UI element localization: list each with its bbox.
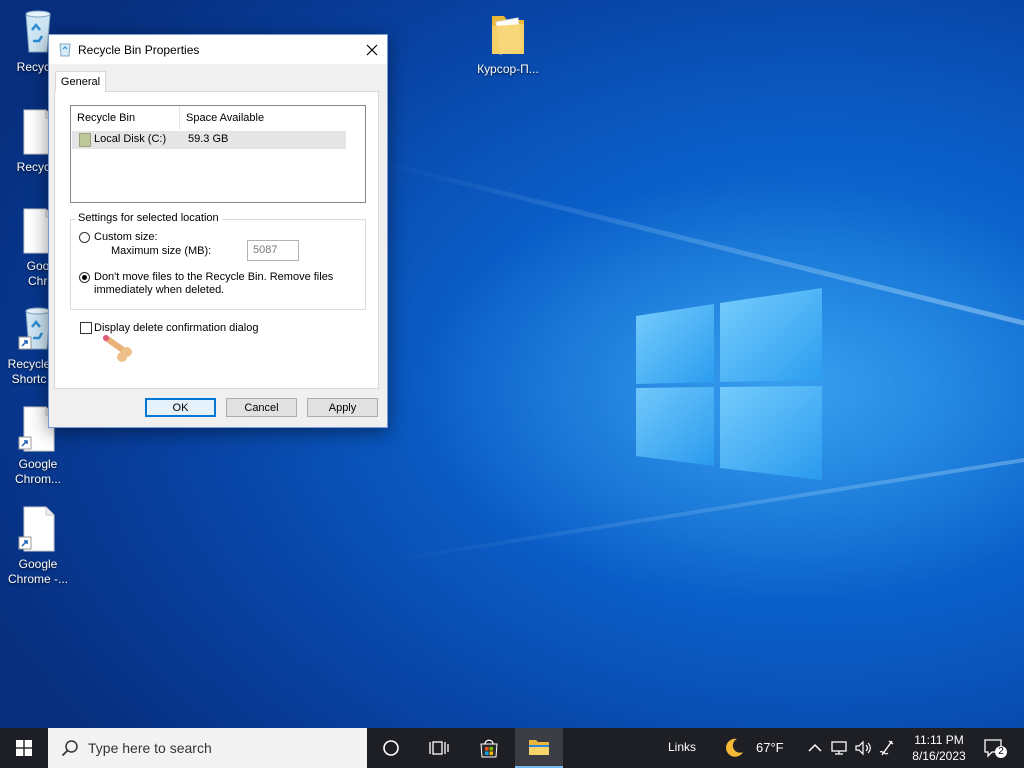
file-shortcut-icon: [18, 505, 58, 553]
microsoft-store-button[interactable]: [465, 728, 513, 768]
clock-date: 8/16/2023: [912, 749, 966, 763]
windows-start-icon: [16, 740, 32, 756]
cancel-button[interactable]: Cancel: [226, 398, 297, 417]
settings-groupbox: Settings for selected location Custom si…: [70, 212, 366, 310]
space-cell: 59.3 GB: [188, 133, 229, 145]
cortana-button[interactable]: [367, 728, 415, 768]
custom-cursor-icon: [103, 335, 132, 362]
pen-ink-icon[interactable]: [877, 738, 897, 758]
start-button[interactable]: [0, 728, 48, 768]
custom-size-radio[interactable]: [79, 232, 90, 243]
settings-legend: Settings for selected location: [75, 212, 222, 224]
clock-time: 11:11 PM: [914, 733, 964, 747]
dialog-titlebar[interactable]: Recycle Bin Properties: [49, 35, 387, 64]
chevron-up-icon[interactable]: [805, 738, 825, 758]
custom-size-label[interactable]: Custom size:: [94, 231, 158, 244]
drive-icon: [79, 133, 91, 147]
list-header: Recycle Bin Location Space Available: [71, 106, 365, 148]
notification-count-badge: 2: [998, 746, 1004, 757]
task-view-button[interactable]: [415, 728, 463, 768]
recycle-bin-location-list[interactable]: Recycle Bin Location Space Available Loc…: [70, 105, 366, 203]
recycle-bin-icon: [59, 43, 71, 57]
dialog-title: Recycle Bin Properties: [78, 43, 200, 57]
taskbar: Type here to search Links 67°F 11:11 PM …: [0, 728, 1024, 768]
desktop-icon-google-chrome-shortcut-2[interactable]: Google Chrome -...: [0, 505, 76, 587]
moon-weather-icon[interactable]: [723, 737, 745, 759]
task-view-icon: [429, 741, 449, 755]
apply-button[interactable]: Apply: [307, 398, 378, 417]
system-clock[interactable]: 11:11 PM 8/16/2023: [896, 732, 982, 764]
weather-temperature[interactable]: 67°F: [756, 740, 784, 755]
volume-icon[interactable]: [853, 738, 873, 758]
recycle-bin-properties-dialog: Recycle Bin Properties General Recycle B…: [48, 34, 388, 428]
network-icon[interactable]: [829, 738, 849, 758]
display-confirmation-checkbox[interactable]: [80, 322, 92, 334]
desktop-icon-cursor-folder[interactable]: Курсор-П...: [470, 10, 546, 77]
store-bag-icon: [480, 739, 498, 758]
max-size-input[interactable]: 5087: [247, 240, 299, 261]
folder-icon: [529, 740, 549, 755]
search-placeholder: Type here to search: [88, 740, 212, 756]
max-size-label: Maximum size (MB):: [111, 245, 212, 257]
list-item[interactable]: Local Disk (C:) 59.3 GB: [72, 131, 346, 149]
column-header-location[interactable]: Recycle Bin Location: [71, 106, 180, 148]
dont-move-files-label[interactable]: Don't move files to the Recycle Bin. Rem…: [94, 271, 333, 297]
links-toolbar[interactable]: Links: [668, 740, 696, 754]
close-icon: [366, 44, 378, 55]
dont-move-files-radio[interactable]: [79, 272, 90, 283]
search-icon: [61, 740, 78, 757]
tab-general[interactable]: General: [55, 71, 106, 92]
file-explorer-button[interactable]: [515, 728, 563, 768]
folder-icon: [488, 10, 528, 58]
taskbar-search-box[interactable]: Type here to search: [48, 728, 367, 768]
cortana-circle-icon: [383, 740, 399, 756]
windows-logo-wallpaper: [636, 288, 822, 480]
action-center-button[interactable]: 2: [982, 736, 1008, 760]
column-header-space[interactable]: Space Available: [180, 106, 340, 130]
location-cell: Local Disk (C:): [94, 133, 167, 145]
ok-button[interactable]: OK: [145, 398, 216, 417]
close-button[interactable]: [357, 35, 387, 64]
